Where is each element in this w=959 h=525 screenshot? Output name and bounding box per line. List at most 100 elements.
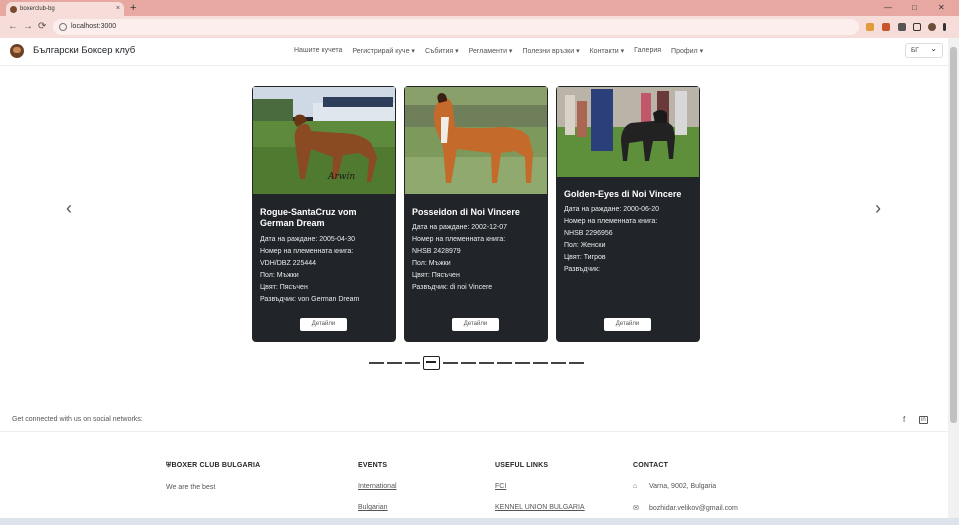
- browser-toolbar: ← → ⟳ localhost:3000: [0, 16, 959, 38]
- maximize-button[interactable]: □: [912, 0, 917, 16]
- footer-links-column: USEFUL LINKS FCI KENNEL UNION BULGARIA: [495, 462, 585, 511]
- address-bar[interactable]: localhost:3000: [53, 19, 859, 35]
- details-button[interactable]: Детайли: [300, 318, 347, 331]
- detail-line: Пол: Женски: [564, 242, 606, 249]
- carousel-indicator[interactable]: [369, 362, 384, 364]
- footer-brand-text: We are the best: [166, 484, 216, 491]
- carousel-indicator[interactable]: [405, 362, 420, 364]
- detail-line: Номер на племенната книга:: [412, 236, 506, 243]
- site-navbar: Български Боксер клуб Нашите кучета Реги…: [0, 38, 948, 66]
- footer-link-fci[interactable]: FCI: [495, 483, 585, 490]
- dog-details: Дата на раждане: 2002-12-07 Номер на пле…: [412, 222, 546, 294]
- detail-line: Цвят: Тигров: [564, 254, 606, 261]
- detail-line: NHSB 2428979: [412, 248, 461, 255]
- side-panel-icon[interactable]: [913, 23, 921, 31]
- dog-name: Rogue-SantaCruz vom German Dream: [260, 207, 357, 228]
- carousel-indicators: [369, 356, 587, 370]
- photo-caption: Arwin: [328, 172, 356, 182]
- nav-profile[interactable]: Профил ▾: [671, 47, 703, 55]
- carousel-indicator[interactable]: [515, 362, 530, 364]
- footer-links-heading: USEFUL LINKS: [495, 462, 549, 469]
- footer-link-international[interactable]: International: [358, 483, 397, 490]
- carousel-indicator[interactable]: [569, 362, 584, 364]
- details-button[interactable]: Детайли: [604, 318, 651, 331]
- os-taskbar: [0, 518, 959, 525]
- carousel-prev-button[interactable]: ‹: [66, 198, 72, 218]
- nav-events[interactable]: Събития ▾: [425, 47, 459, 55]
- carousel-indicator[interactable]: [533, 362, 548, 364]
- details-button[interactable]: Детайли: [452, 318, 499, 331]
- close-window-button[interactable]: ✕: [938, 0, 945, 16]
- tab-close-icon[interactable]: ×: [116, 2, 120, 16]
- back-button[interactable]: ←: [8, 20, 18, 34]
- dog-card: Posseidon di Noi Vincere Дата на раждане…: [404, 86, 548, 342]
- carousel-indicator[interactable]: [551, 362, 566, 364]
- avatar[interactable]: [928, 23, 936, 31]
- carousel-indicator[interactable]: [443, 362, 458, 364]
- nav-register-dog[interactable]: Регистрирай куче ▾: [352, 47, 415, 55]
- carousel-indicator[interactable]: [423, 356, 440, 370]
- language-select[interactable]: БГ: [905, 42, 943, 58]
- footer-email[interactable]: bozhidar.velikov@gmail.com: [649, 505, 738, 512]
- footer-contact-heading: CONTACT: [633, 462, 669, 469]
- detail-line: Пол: Мъжки: [412, 260, 451, 267]
- extension-icon[interactable]: [866, 23, 874, 31]
- footer-contact-column: CONTACT ⌂ Varna, 9002, Bulgaria ✉ bozhidar…: [633, 462, 738, 512]
- extension-icon[interactable]: [882, 23, 890, 31]
- dog-details: Дата на раждане: 2000-06-20 Номер на пле…: [564, 204, 698, 276]
- dog-card: Arwin Rogue-SantaCruz vom German Dream Д…: [252, 86, 396, 342]
- carousel-indicator[interactable]: [479, 362, 494, 364]
- detail-line: VDH/DBZ 225444: [260, 260, 317, 267]
- boxer-logo-icon[interactable]: [10, 44, 24, 58]
- detail-line: Дата на раждане: 2005-04-30: [260, 236, 356, 243]
- detail-line: Номер на племенната книга:: [260, 248, 354, 255]
- nav-regulations[interactable]: Регламенти ▾: [469, 47, 513, 55]
- detail-line: Дата на раждане: 2002-12-07: [412, 224, 508, 231]
- site-info-icon[interactable]: [59, 23, 67, 31]
- dog-photo: [253, 87, 395, 194]
- detail-line: Пол: Мъжки: [260, 272, 299, 279]
- nav-our-dogs[interactable]: Нашите кучета: [294, 47, 342, 55]
- detail-line: Дата на раждане: 2000-06-20: [564, 206, 660, 213]
- nav-gallery[interactable]: Галерия: [634, 47, 661, 55]
- favicon-icon: [10, 6, 17, 13]
- detail-line: Развъдчик: von German Dream: [260, 296, 360, 303]
- forward-button[interactable]: →: [23, 20, 33, 34]
- scrollbar-thumb[interactable]: [950, 47, 957, 423]
- detail-line: NHSB 2296956: [564, 230, 613, 237]
- dog-photo: [405, 87, 547, 194]
- tab-title: boxerclub-bg: [20, 6, 55, 12]
- reload-button[interactable]: ⟳: [38, 20, 46, 34]
- browser-tab-bar: boxerclub-bg × + — □ ✕: [0, 0, 959, 16]
- new-tab-button[interactable]: +: [130, 1, 136, 15]
- dog-photo: [557, 87, 699, 177]
- minimize-button[interactable]: —: [884, 0, 892, 16]
- detail-line: Развъдчик:: [564, 266, 600, 273]
- puzzle-icon[interactable]: [898, 23, 906, 31]
- detail-line: Цвят: Пясъчен: [412, 272, 460, 279]
- footer-brand-column: ⛨BOXER CLUB BULGARIA We are the best: [166, 462, 260, 491]
- carousel-next-button[interactable]: ›: [875, 198, 881, 218]
- footer-link-bulgarian[interactable]: Bulgarian: [358, 504, 397, 511]
- dog-card: Golden-Eyes di Noi Vincere Дата на ражда…: [556, 86, 700, 342]
- detail-line: Цвят: Пясъчен: [260, 284, 308, 291]
- menu-dots-icon[interactable]: [943, 23, 946, 31]
- nav-contacts[interactable]: Контакти ▾: [590, 47, 625, 55]
- facebook-icon[interactable]: f: [903, 415, 905, 424]
- nav-useful-links[interactable]: Полезни връзки ▾: [522, 47, 579, 55]
- carousel-indicator[interactable]: [461, 362, 476, 364]
- envelope-icon: ✉: [633, 505, 639, 512]
- carousel-indicator[interactable]: [387, 362, 402, 364]
- brand-title[interactable]: Български Боксер клуб: [33, 45, 135, 56]
- dog-details: Дата на раждане: 2005-04-30 Номер на пле…: [260, 234, 394, 306]
- social-bar: Get connected with us on social networks…: [0, 408, 948, 432]
- social-text: Get connected with us on social networks…: [12, 416, 143, 423]
- detail-line: Развъдчик: di noi Vincere: [412, 284, 493, 291]
- browser-tab[interactable]: boxerclub-bg ×: [6, 2, 124, 16]
- detail-line: Номер на племенната книга:: [564, 218, 658, 225]
- footer-brand-heading: BOXER CLUB BULGARIA: [171, 462, 261, 469]
- footer-events-column: EVENTS International Bulgarian: [358, 462, 397, 511]
- carousel-indicator[interactable]: [497, 362, 512, 364]
- linkedin-icon[interactable]: in: [919, 416, 928, 424]
- footer-link-kennel-union[interactable]: KENNEL UNION BULGARIA: [495, 504, 585, 511]
